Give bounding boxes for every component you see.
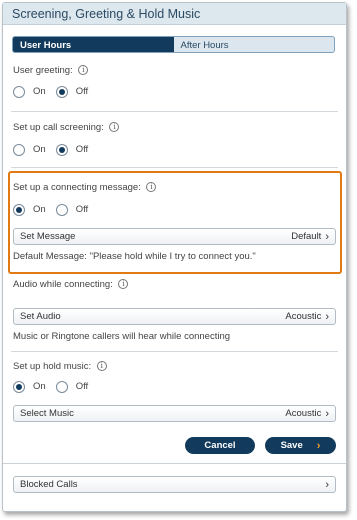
divider	[11, 351, 338, 352]
set-message-button[interactable]: Set Message Default ›	[13, 228, 336, 245]
select-music-button[interactable]: Select Music Acoustic ›	[13, 405, 336, 422]
user-greeting-label: User greeting: i	[13, 65, 89, 76]
hours-tabs: User Hours After Hours	[12, 36, 335, 53]
hold-music-on-radio[interactable]	[13, 380, 25, 393]
hold-music-off-label: Off	[75, 381, 89, 392]
call-screening-off-label: Off	[75, 144, 89, 155]
user-greeting-text: User greeting:	[13, 65, 73, 76]
save-label: Save	[280, 440, 303, 451]
connecting-message-label: Set up a connecting message: i	[13, 182, 157, 193]
user-greeting-radios: On Off	[13, 85, 98, 98]
select-music-label: Select Music	[20, 408, 74, 419]
user-greeting-on-label: On	[33, 86, 46, 97]
chevron-right-icon: ›	[325, 230, 329, 243]
settings-panel: Screening, Greeting & Hold Music User Ho…	[2, 2, 347, 512]
connecting-message-off-radio[interactable]	[55, 203, 68, 216]
cancel-label: Cancel	[204, 440, 236, 451]
info-icon[interactable]: i	[146, 182, 157, 193]
connecting-message-radios: On Off	[13, 203, 98, 216]
blocked-calls-button[interactable]: Blocked Calls ›	[13, 476, 336, 493]
hold-music-text: Set up hold music:	[13, 361, 92, 372]
connecting-message-on-label: On	[33, 204, 46, 215]
hold-music-off-radio[interactable]	[55, 380, 68, 393]
audio-text: Audio while connecting:	[13, 279, 113, 290]
audio-label: Audio while connecting: i	[13, 279, 129, 290]
connecting-message-text: Set up a connecting message:	[13, 182, 141, 193]
tab-user-hours[interactable]: User Hours	[13, 37, 174, 52]
divider	[11, 167, 338, 168]
save-button[interactable]: Save ›	[265, 437, 336, 454]
user-greeting-off-label: Off	[75, 86, 89, 97]
set-message-value: Default	[291, 231, 322, 242]
hold-music-radios: On Off	[13, 380, 98, 393]
user-greeting-off-radio[interactable]	[55, 85, 68, 98]
chevron-right-icon: ›	[325, 407, 329, 420]
info-icon[interactable]: i	[109, 122, 120, 133]
call-screening-off-radio[interactable]	[55, 143, 68, 156]
connecting-message-on-radio[interactable]	[13, 203, 25, 216]
chevron-right-icon: ›	[325, 310, 329, 323]
chevron-right-icon: ›	[325, 478, 329, 491]
audio-note: Music or Ringtone callers will hear whil…	[13, 331, 231, 342]
hold-music-on-label: On	[33, 381, 46, 392]
connecting-message-off-label: Off	[75, 204, 89, 215]
divider	[11, 111, 338, 112]
arrow-right-icon: ›	[316, 439, 321, 452]
user-greeting-on-radio[interactable]	[13, 85, 25, 98]
set-audio-value: Acoustic	[285, 311, 322, 322]
cancel-button[interactable]: Cancel	[185, 437, 255, 454]
tab-after-hours[interactable]: After Hours	[174, 37, 335, 52]
call-screening-on-label: On	[33, 144, 46, 155]
info-icon[interactable]: i	[118, 279, 129, 290]
info-icon[interactable]: i	[96, 361, 107, 372]
default-message-note: Default Message: "Please hold while I tr…	[13, 251, 256, 262]
blocked-calls-label: Blocked Calls	[20, 479, 78, 490]
panel-title: Screening, Greeting & Hold Music	[3, 3, 346, 25]
set-audio-label: Set Audio	[20, 311, 61, 322]
hold-music-label: Set up hold music: i	[13, 361, 107, 372]
set-message-label: Set Message	[20, 231, 76, 242]
call-screening-text: Set up call screening:	[13, 122, 104, 133]
call-screening-radios: On Off	[13, 143, 98, 156]
call-screening-label: Set up call screening: i	[13, 122, 120, 133]
select-music-value: Acoustic	[285, 408, 322, 419]
divider	[3, 463, 346, 464]
call-screening-on-radio[interactable]	[13, 143, 25, 156]
info-icon[interactable]: i	[78, 65, 89, 76]
set-audio-button[interactable]: Set Audio Acoustic ›	[13, 308, 336, 325]
